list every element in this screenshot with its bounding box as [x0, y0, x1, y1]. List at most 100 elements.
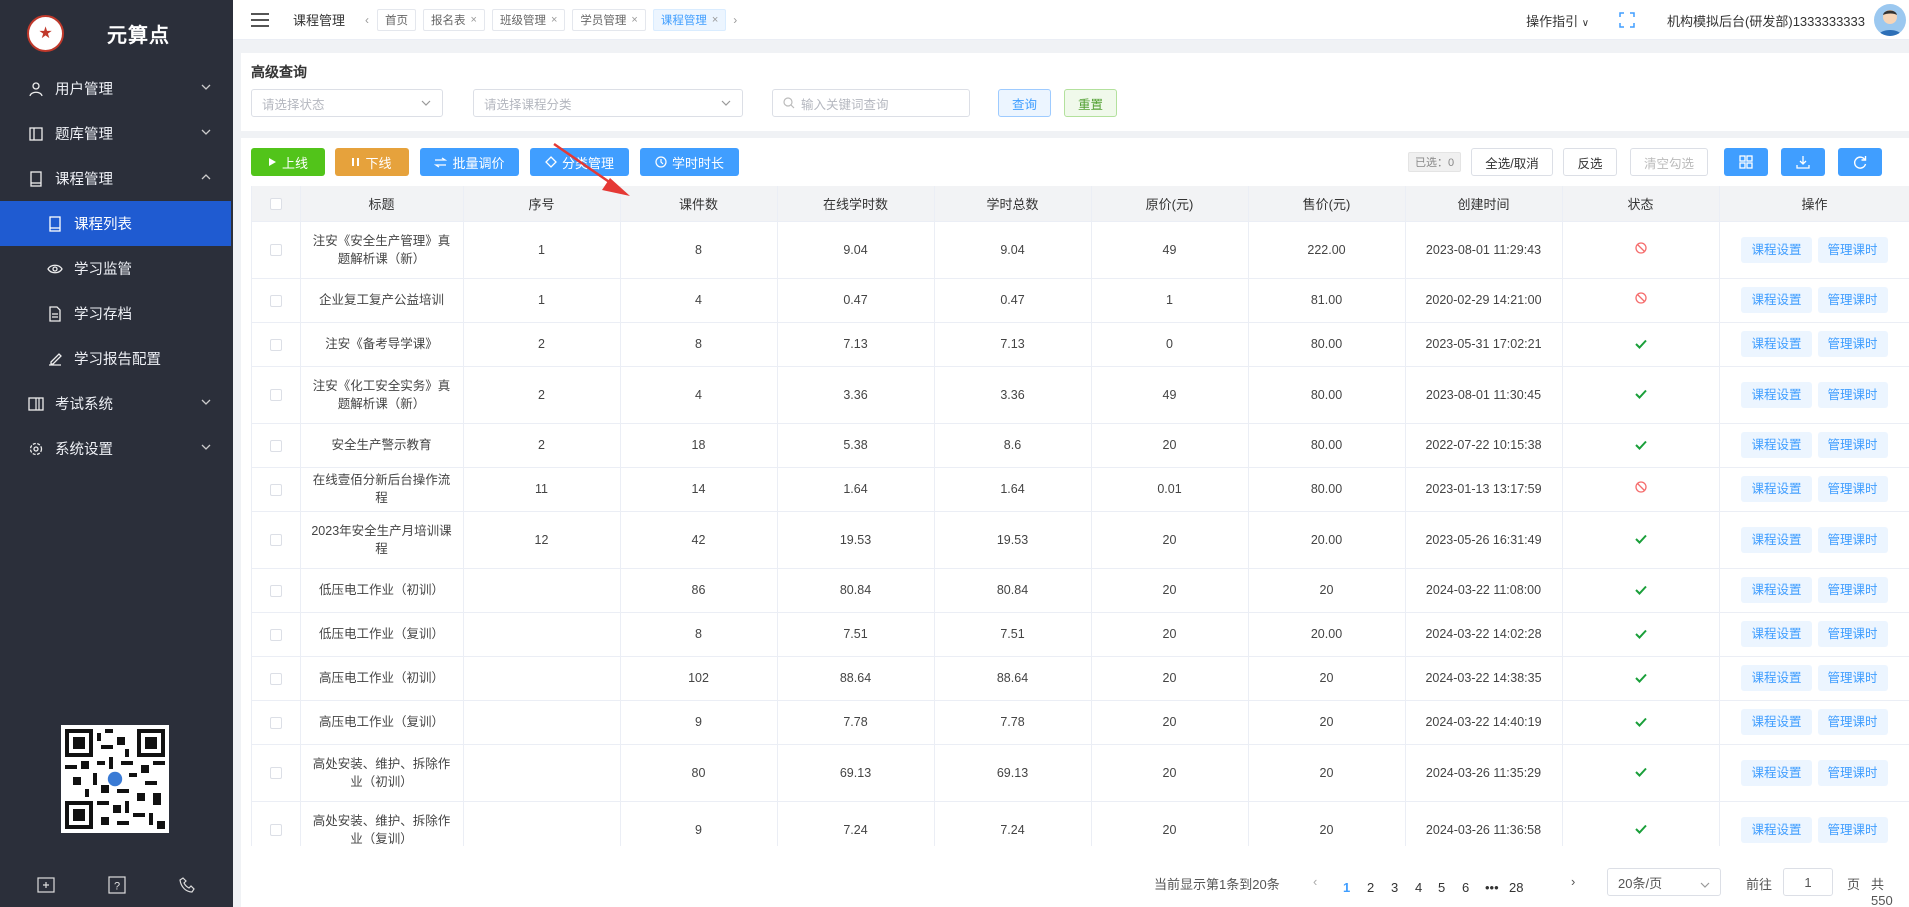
course-settings-button[interactable]: 课程设置: [1741, 331, 1812, 357]
manage-hours-button[interactable]: 管理课时: [1817, 236, 1888, 263]
tab-3[interactable]: 学员管理 ×: [572, 8, 646, 31]
pager-page-1[interactable]: 1: [1343, 880, 1350, 895]
row-checkbox[interactable]: [252, 744, 301, 802]
avatar[interactable]: [1874, 4, 1906, 36]
page-size-select[interactable]: 20条/页: [1607, 868, 1721, 896]
manage-hours-button[interactable]: 管理课时: [1817, 621, 1888, 647]
tabs-scroll-left-icon[interactable]: ‹: [365, 13, 369, 27]
sidebar-item-7[interactable]: 考试系统: [0, 381, 233, 426]
tab-1[interactable]: 报名表 ×: [423, 8, 485, 31]
row-checkbox[interactable]: [252, 511, 301, 569]
tab-0[interactable]: 首页: [377, 8, 417, 31]
study-hours-button[interactable]: 学时时长: [640, 148, 739, 176]
course-settings-button[interactable]: 课程设置: [1741, 665, 1812, 691]
course-settings-button[interactable]: 课程设置: [1741, 577, 1812, 603]
row-checkbox[interactable]: [252, 656, 301, 701]
fullscreen-icon[interactable]: [1619, 12, 1635, 28]
row-checkbox[interactable]: [252, 700, 301, 745]
grid-view-icon[interactable]: [1724, 148, 1768, 176]
sidebar-item-2[interactable]: 课程管理: [0, 156, 233, 201]
invert-selection-button[interactable]: 反选: [1563, 148, 1617, 176]
sidebar-item-4[interactable]: 学习监管: [0, 246, 233, 291]
cell-title: 高处安装、维护、拆除作业（复训）: [300, 801, 464, 846]
pager-page-6[interactable]: 6: [1462, 880, 1469, 895]
pager-page-5[interactable]: 5: [1438, 880, 1445, 895]
sidebar-item-3[interactable]: 课程列表: [0, 201, 231, 246]
tab-2[interactable]: 班级管理 ×: [491, 8, 566, 31]
row-checkbox[interactable]: [252, 801, 301, 846]
sidebar-item-1[interactable]: 题库管理: [0, 111, 233, 156]
query-button[interactable]: 查询: [998, 89, 1051, 117]
row-checkbox[interactable]: [252, 322, 301, 367]
sidebar-item-5[interactable]: 学习存档: [0, 291, 233, 336]
row-checkbox[interactable]: [252, 568, 301, 613]
pager-more-icon[interactable]: •••: [1485, 880, 1499, 895]
code-icon[interactable]: [35, 874, 57, 896]
pager-page-28[interactable]: 28: [1509, 880, 1523, 895]
row-checkbox[interactable]: [252, 278, 301, 323]
course-settings-button[interactable]: 课程设置: [1741, 432, 1812, 458]
reset-button[interactable]: 重置: [1064, 89, 1117, 117]
course-settings-button[interactable]: 课程设置: [1741, 759, 1812, 786]
status-select[interactable]: 请选择状态: [251, 89, 443, 117]
sidebar-item-8[interactable]: 系统设置: [0, 426, 233, 471]
row-checkbox[interactable]: [252, 467, 301, 512]
select-all-checkbox[interactable]: [252, 186, 301, 222]
course-settings-button[interactable]: 课程设置: [1741, 381, 1812, 408]
row-checkbox[interactable]: [252, 612, 301, 657]
pager-prev-icon[interactable]: ‹: [1313, 874, 1317, 889]
course-settings-button[interactable]: 课程设置: [1741, 236, 1812, 263]
manage-hours-button[interactable]: 管理课时: [1817, 381, 1888, 408]
course-settings-button[interactable]: 课程设置: [1741, 709, 1812, 735]
manage-hours-button[interactable]: 管理课时: [1817, 816, 1888, 843]
online-button[interactable]: 上线: [251, 148, 325, 176]
course-settings-button[interactable]: 课程设置: [1741, 287, 1812, 313]
manage-hours-button[interactable]: 管理课时: [1817, 709, 1888, 735]
manage-hours-button[interactable]: 管理课时: [1817, 526, 1888, 553]
help-icon[interactable]: ?: [106, 874, 128, 896]
manage-hours-button[interactable]: 管理课时: [1817, 432, 1888, 458]
bulk-price-button[interactable]: 批量调价: [420, 148, 519, 176]
table-row: 高压电工作业（初训） 102 88.64 88.64 20 20 2024-03-22 14…: [252, 656, 1909, 701]
course-settings-button[interactable]: 课程设置: [1741, 816, 1812, 843]
manage-hours-button[interactable]: 管理课时: [1817, 331, 1888, 357]
refresh-icon[interactable]: [1838, 148, 1882, 176]
close-icon[interactable]: ×: [551, 14, 557, 26]
manage-hours-button[interactable]: 管理课时: [1817, 577, 1888, 603]
keyword-search-input[interactable]: 输入关键词查询: [772, 89, 970, 117]
cell-total: 7.24: [934, 801, 1092, 846]
course-settings-button[interactable]: 课程设置: [1741, 476, 1812, 502]
sidebar-item-0[interactable]: 用户管理: [0, 66, 233, 111]
phone-icon[interactable]: [177, 874, 199, 896]
course-settings-button[interactable]: 课程设置: [1741, 526, 1812, 553]
pager-page-3[interactable]: 3: [1391, 880, 1398, 895]
pager-next-icon[interactable]: ›: [1571, 874, 1575, 889]
tabs-scroll-right-icon[interactable]: ›: [733, 13, 737, 27]
manage-hours-button[interactable]: 管理课时: [1817, 759, 1888, 786]
download-icon[interactable]: [1781, 148, 1825, 176]
goto-page-input[interactable]: 1: [1783, 868, 1833, 896]
sidebar-item-6[interactable]: 学习报告配置: [0, 336, 233, 381]
offline-button[interactable]: 下线: [335, 148, 409, 176]
org-name[interactable]: 机构模拟后台(研发部)1333333333: [1667, 11, 1865, 30]
manage-hours-button[interactable]: 管理课时: [1817, 665, 1888, 691]
select-all-button[interactable]: 全选/取消: [1471, 148, 1553, 176]
pager-page-2[interactable]: 2: [1367, 880, 1374, 895]
guide-menu[interactable]: 操作指引 ∨: [1526, 11, 1589, 30]
tab-4[interactable]: 课程管理 ×: [652, 8, 727, 31]
course-settings-button[interactable]: 课程设置: [1741, 621, 1812, 647]
row-checkbox[interactable]: [252, 221, 301, 279]
manage-hours-button[interactable]: 管理课时: [1817, 476, 1888, 502]
close-icon[interactable]: ×: [631, 14, 637, 26]
tab-label: 班级管理: [499, 14, 546, 27]
clear-selection-button[interactable]: 清空勾选: [1630, 148, 1708, 176]
manage-hours-button[interactable]: 管理课时: [1817, 287, 1888, 313]
row-checkbox[interactable]: [252, 423, 301, 468]
close-icon[interactable]: ×: [712, 14, 718, 26]
close-icon[interactable]: ×: [471, 14, 477, 26]
cell-online: 9.04: [777, 221, 935, 279]
category-select[interactable]: 请选择课程分类: [473, 89, 743, 117]
row-checkbox[interactable]: [252, 366, 301, 424]
pager-page-4[interactable]: 4: [1415, 880, 1422, 895]
menu-toggle-icon[interactable]: [251, 12, 269, 27]
